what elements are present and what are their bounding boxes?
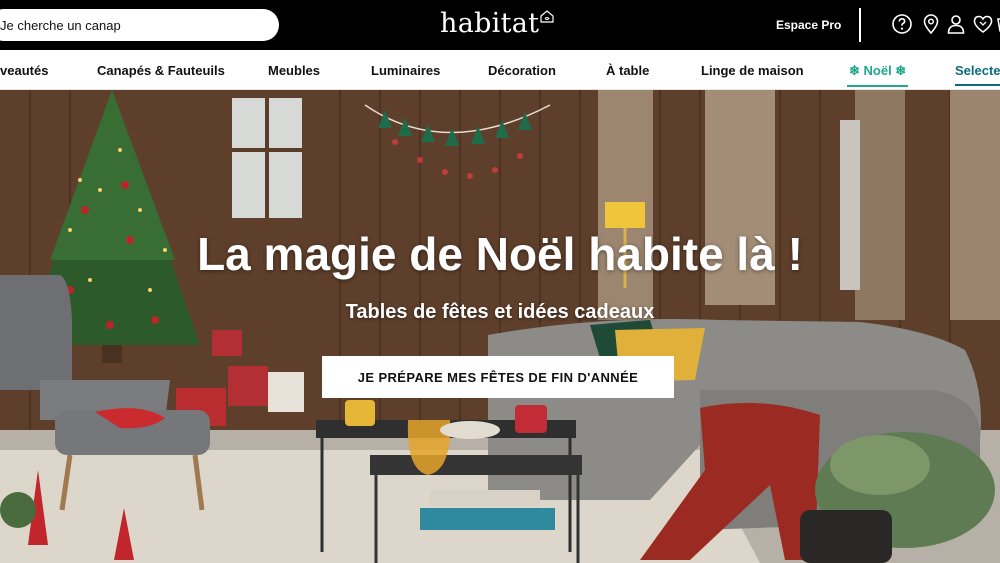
nav-item-meubles[interactable]: Meubles [268,63,320,78]
search-input[interactable] [0,17,279,33]
espace-pro-link[interactable]: Espace Pro [776,18,841,32]
hero-cta-button[interactable]: JE PRÉPARE MES FÊTES DE FIN D'ANNÉE [322,356,674,398]
nav-item-linge[interactable]: Linge de maison [701,63,804,78]
nav-item-decoration[interactable]: Décoration [488,63,556,78]
wishlist-icon[interactable] [972,13,994,35]
cart-icon[interactable] [996,13,1000,35]
logo-house-icon [540,10,554,23]
nav-item-nouveautes[interactable]: veautés [0,63,48,78]
store-locator-icon[interactable] [920,13,942,35]
nav-item-canapes[interactable]: Canapés & Fauteuils [97,63,225,78]
header-divider [859,8,861,42]
hero-subtitle: Tables de fêtes et idées cadeaux [345,301,655,323]
account-icon[interactable] [945,13,967,35]
help-icon[interactable] [891,13,913,35]
hero-banner[interactable]: La magie de Noël habite là ! Tables de f… [0,90,1000,563]
hero-photo [0,90,1000,563]
main-navigation: veautés Canapés & Fauteuils Meubles Lumi… [0,50,1000,90]
habitat-logo[interactable]: habitat [440,8,539,39]
search-bar[interactable] [0,9,279,41]
top-header: habitat Espace Pro [0,0,1000,50]
nav-item-luminaires[interactable]: Luminaires [371,63,440,78]
nav-item-selected[interactable]: Selected [955,63,1000,86]
hero-title: La magie de Noël habite là ! [197,228,803,280]
nav-item-noel[interactable]: ❄ Noël ❄ [846,63,909,87]
nav-item-a-table[interactable]: À table [606,63,649,78]
